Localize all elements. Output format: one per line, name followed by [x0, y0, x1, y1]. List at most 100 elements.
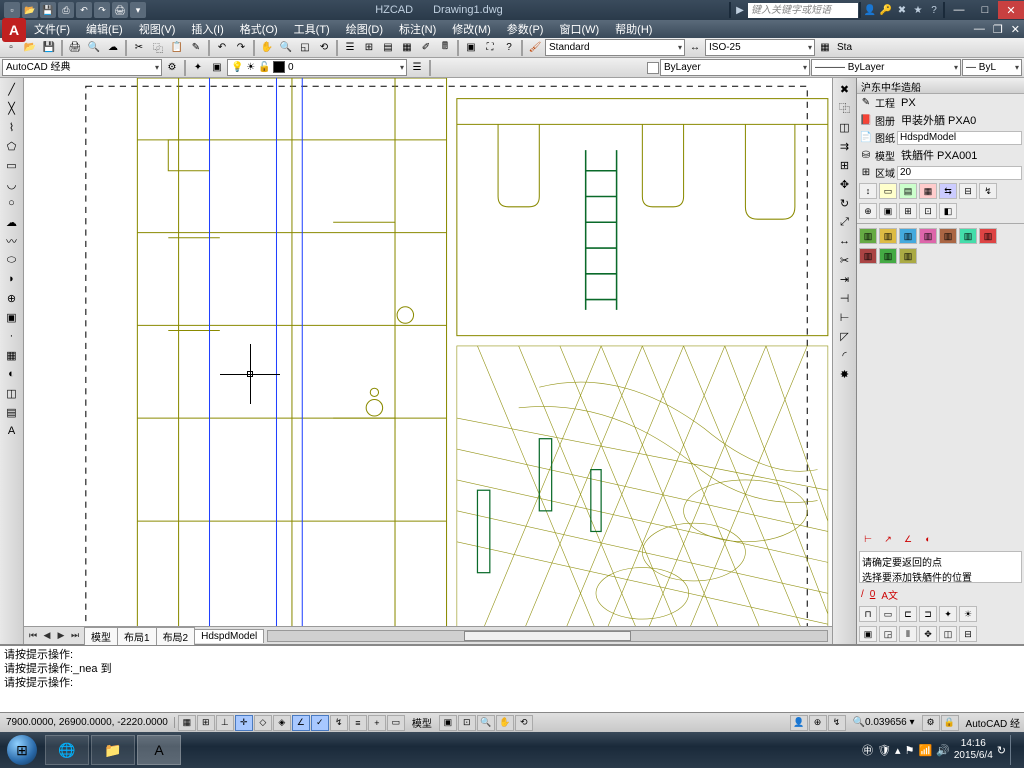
cleanscreen-icon[interactable]: ⛶	[481, 39, 499, 57]
tpm-toggle[interactable]: +	[368, 715, 386, 731]
dcenter-icon[interactable]: ⊞	[360, 39, 378, 57]
layer-mgr-icon[interactable]: ☰	[408, 59, 426, 77]
break-icon[interactable]: ⊣	[835, 289, 855, 307]
ann-auto-icon[interactable]: ↯	[828, 715, 846, 731]
rect-icon[interactable]: ▭	[2, 156, 22, 174]
lwt-toggle[interactable]: ≡	[349, 715, 367, 731]
layer-combo[interactable]: 💡 ☀ 🔓 0	[227, 59, 407, 76]
drawing-combo[interactable]: HdspdModel	[897, 131, 1022, 145]
preview-icon[interactable]: 🔍	[85, 39, 103, 57]
qat-redo-icon[interactable]: ↷	[94, 2, 110, 18]
block-icon[interactable]: ▣	[462, 39, 480, 57]
close-button[interactable]: ✕	[998, 1, 1024, 19]
tray-vol-icon[interactable]: 🔊	[936, 744, 950, 757]
qcalc-icon[interactable]: 🖩	[436, 39, 454, 57]
c8-icon[interactable]: ▥	[859, 248, 877, 264]
lineweight-combo[interactable]: — ByL	[962, 59, 1022, 76]
menu-file[interactable]: 文件(F)	[30, 20, 74, 38]
qp-toggle[interactable]: ▭	[387, 715, 405, 731]
hscrollbar[interactable]	[267, 630, 828, 642]
zone-combo[interactable]: 20	[897, 166, 1022, 180]
sheetset-icon[interactable]: ▦	[398, 39, 416, 57]
tray-clock[interactable]: 14:16 2015/6/4	[954, 738, 993, 762]
fillet-icon[interactable]: ◜	[835, 346, 855, 364]
p7-icon[interactable]: ↯	[979, 183, 997, 199]
ann-scale-icon[interactable]: 👤	[790, 715, 808, 731]
c7-icon[interactable]: ▥	[979, 228, 997, 244]
props-icon[interactable]: ☰	[341, 39, 359, 57]
sb5-icon[interactable]: ⟲	[515, 715, 533, 731]
chamfer-icon[interactable]: ◸	[835, 327, 855, 345]
spline-icon[interactable]: 〰	[2, 232, 22, 250]
pb2-icon[interactable]: ▭	[879, 606, 897, 622]
paintbrush-icon[interactable]: 🖌	[526, 39, 544, 57]
extend-icon[interactable]: ⇥	[835, 270, 855, 288]
task-autocad[interactable]: A	[137, 735, 181, 765]
task-ie[interactable]: 🌐	[45, 735, 89, 765]
sb1-icon[interactable]: ▣	[439, 715, 457, 731]
pb4-icon[interactable]: ⊐	[919, 606, 937, 622]
tab-last-icon[interactable]: ⏭	[68, 630, 82, 641]
dim-h-icon[interactable]: ⊢	[859, 531, 877, 547]
infocenter-help-icon[interactable]: ?	[926, 2, 942, 18]
task-explorer[interactable]: 📁	[91, 735, 135, 765]
3dosnap-toggle[interactable]: ◈	[273, 715, 291, 731]
pc2-icon[interactable]: ◲	[879, 626, 897, 642]
hatch-icon[interactable]: ▦	[2, 346, 22, 364]
markup-icon[interactable]: ✐	[417, 39, 435, 57]
menu-param[interactable]: 参数(P)	[503, 20, 548, 38]
array-icon[interactable]: ⊞	[835, 156, 855, 174]
copy-icon[interactable]: ⿻	[149, 39, 167, 57]
qat-print-icon[interactable]: 🖨	[112, 2, 128, 18]
start-button[interactable]: ⊞	[2, 735, 42, 765]
search-input[interactable]: 键入关键字或短语	[748, 3, 858, 18]
max-button[interactable]: □	[972, 1, 998, 19]
pc5-icon[interactable]: ◫	[939, 626, 957, 642]
dyn-toggle[interactable]: ↯	[330, 715, 348, 731]
toolpal-icon[interactable]: ▤	[379, 39, 397, 57]
save-icon[interactable]: 💾	[40, 39, 58, 57]
match-icon[interactable]: ✎	[187, 39, 205, 57]
tab-model[interactable]: 模型	[84, 627, 118, 645]
sb2-icon[interactable]: ⊡	[458, 715, 476, 731]
menu-modify[interactable]: 修改(M)	[448, 20, 495, 38]
p5-icon[interactable]: ⇆	[939, 183, 957, 199]
tray-sync-icon[interactable]: ↻	[997, 744, 1006, 757]
ellipsearc-icon[interactable]: ◗	[2, 270, 22, 288]
pc4-icon[interactable]: ✥	[919, 626, 937, 642]
p10-icon[interactable]: ⊞	[899, 203, 917, 219]
pan-icon[interactable]: ✋	[258, 39, 276, 57]
ann-vis-icon[interactable]: ⊕	[809, 715, 827, 731]
command-window[interactable]: 请按提示操作: 请按提示操作:_nea 到 请按提示操作:	[0, 644, 1024, 712]
tab-layout2[interactable]: 布局2	[156, 627, 196, 645]
pc6-icon[interactable]: ⊟	[959, 626, 977, 642]
zoomprev-icon[interactable]: ⟲	[315, 39, 333, 57]
c3-icon[interactable]: ▥	[899, 228, 917, 244]
cut-icon[interactable]: ✂	[130, 39, 148, 57]
rotate-icon[interactable]: ↻	[835, 194, 855, 212]
qat-save-icon[interactable]: 💾	[40, 2, 56, 18]
ducs-toggle[interactable]: ✓	[311, 715, 329, 731]
c4-icon[interactable]: ▥	[919, 228, 937, 244]
pc3-icon[interactable]: ⦀	[899, 626, 917, 642]
ws-gear-icon[interactable]: ⚙	[163, 59, 181, 77]
region-icon[interactable]: ◫	[2, 384, 22, 402]
mirror-icon[interactable]: ◫	[835, 118, 855, 136]
tab-first-icon[interactable]: ⏮	[26, 630, 40, 641]
show-desktop-button[interactable]	[1010, 735, 1018, 765]
sb3-icon[interactable]: 🔍	[477, 715, 495, 731]
arc-icon[interactable]: ◡	[2, 175, 22, 193]
pb6-icon[interactable]: ☀	[959, 606, 977, 622]
tablestyle-icon[interactable]: ▦	[816, 39, 834, 57]
tab-next-icon[interactable]: ▶	[54, 630, 68, 641]
pb5-icon[interactable]: ✦	[939, 606, 957, 622]
help2-icon[interactable]: ?	[500, 39, 518, 57]
grid-toggle[interactable]: ⊞	[197, 715, 215, 731]
join-icon[interactable]: ⊢	[835, 308, 855, 326]
menu-dim[interactable]: 标注(N)	[395, 20, 440, 38]
tray-net-icon[interactable]: 📶	[918, 744, 932, 757]
p3-icon[interactable]: ▤	[899, 183, 917, 199]
c9-icon[interactable]: ▥	[879, 248, 897, 264]
ws-name[interactable]: AutoCAD 经	[962, 715, 1024, 730]
gradient-icon[interactable]: ◐	[2, 365, 22, 383]
